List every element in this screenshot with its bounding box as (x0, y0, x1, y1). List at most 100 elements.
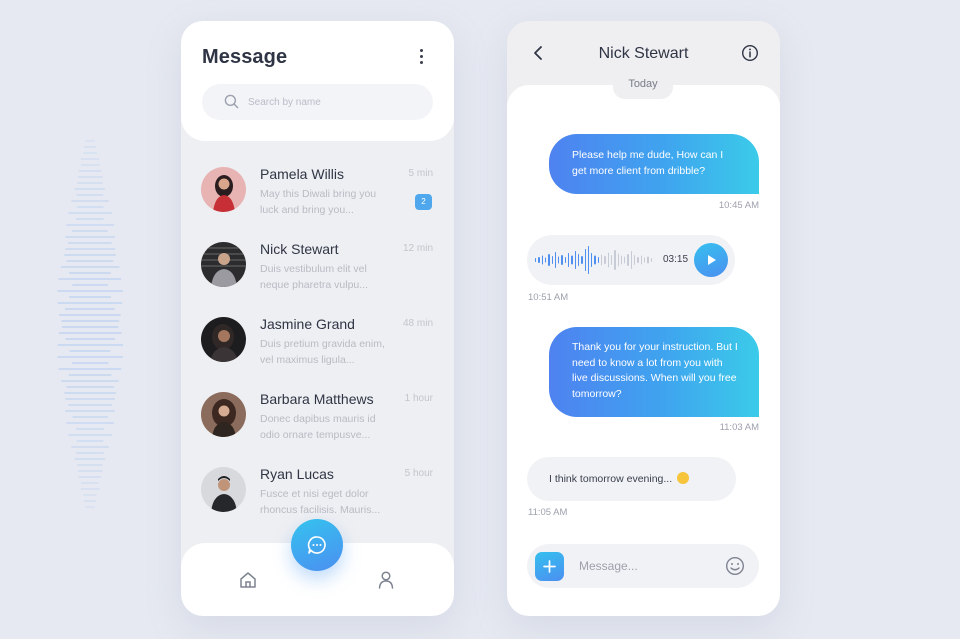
page-title: Message (202, 46, 288, 68)
decorative-wave-line (65, 410, 115, 412)
voice-wave-bar (548, 254, 550, 266)
search-input[interactable] (248, 93, 418, 111)
avatar (201, 467, 246, 512)
decorative-wave-line (67, 242, 113, 244)
conversation-item-jasmine-grand[interactable]: Jasmine Grand 48 min Duis pretium gravid… (181, 311, 454, 386)
voice-wave-bar (634, 255, 636, 265)
decorative-waveform (52, 140, 128, 510)
avatar (201, 242, 246, 287)
add-attachment-button[interactable] (535, 552, 564, 581)
decorative-wave-line (71, 362, 109, 364)
smiley-icon[interactable] (725, 556, 745, 581)
decorative-wave-line (74, 458, 106, 460)
search-box[interactable] (202, 84, 433, 120)
voice-wave-bar (637, 257, 639, 263)
decorative-wave-line (85, 506, 95, 508)
decorative-wave-line (68, 272, 112, 274)
decorative-wave-line (58, 314, 122, 316)
decorative-wave-line (68, 434, 112, 436)
chat-bubble-icon (307, 536, 326, 554)
decorative-wave-line (83, 494, 97, 496)
new-chat-button[interactable] (291, 519, 343, 571)
conversation-item-barbara-matthews[interactable]: Barbara Matthews 1 hour Donec dapibus ma… (181, 386, 454, 461)
decorative-wave-line (78, 476, 102, 478)
contact-name: Nick Stewart (260, 241, 339, 257)
message-preview: Duis pretium gravida enim, vel maximus l… (260, 338, 385, 366)
smiley-emoji-icon (677, 472, 690, 484)
voice-wave-bar (610, 255, 613, 265)
decorative-wave-line (76, 194, 104, 196)
voice-wave-bar (551, 256, 553, 264)
voice-wave-bar (614, 250, 616, 270)
message-list-screen: Message Pamela Willis 5 min May this Diw… (181, 21, 454, 616)
search-icon (224, 94, 239, 109)
chat-screen: Nick Stewart Today Please help me dude, … (507, 21, 780, 616)
contact-name: Pamela Willis (260, 166, 345, 182)
decorative-wave-line (77, 470, 103, 472)
message-time: 1 hour (404, 393, 433, 404)
decorative-wave-line (76, 206, 104, 208)
avatar (201, 392, 246, 437)
decorative-wave-line (64, 392, 116, 394)
message-time: 48 min (402, 318, 433, 329)
decorative-wave-line (80, 482, 100, 484)
decorative-wave-line (65, 398, 115, 400)
voice-wave-bar (577, 254, 580, 266)
incoming-message: I think tomorrow evening... (527, 457, 736, 501)
kebab-menu-icon[interactable] (418, 48, 426, 66)
decorative-wave-line (57, 302, 123, 304)
voice-wave-bar (594, 255, 596, 265)
message-preview: Donec dapibus mauris id odio ornare temp… (260, 413, 376, 441)
plus-icon (543, 560, 556, 573)
info-icon[interactable] (741, 44, 759, 67)
decorative-wave-line (78, 170, 102, 172)
message-timestamp: 11:05 AM (528, 507, 568, 518)
message-preview: Fusce et nisi eget dolor rhoncus facilis… (260, 488, 381, 516)
outgoing-message: Thank you for your instruction. But I ne… (549, 327, 759, 417)
voice-wave-bar (640, 255, 642, 265)
decorative-wave-line (57, 344, 123, 346)
voice-wave-bar (544, 257, 547, 263)
voice-wave-bar (624, 256, 626, 264)
home-icon[interactable] (238, 570, 258, 595)
conversation-item-pamela-willis[interactable]: Pamela Willis 5 min May this Diwali brin… (181, 161, 454, 236)
message-composer (527, 544, 759, 588)
voice-wave-bar (647, 256, 649, 264)
decorative-wave-line (76, 464, 104, 466)
decorative-wave-line (77, 176, 103, 178)
date-divider: Today (613, 75, 673, 99)
decorative-wave-line (65, 236, 115, 238)
voice-wave-bar (604, 256, 606, 264)
contact-name: Jasmine Grand (260, 316, 355, 332)
decorative-wave-line (80, 164, 100, 166)
conversation-list: Pamela Willis 5 min May this Diwali brin… (181, 161, 454, 536)
message-input[interactable] (579, 557, 719, 575)
voice-wave-bar (620, 255, 623, 265)
voice-wave-bar (564, 257, 567, 263)
decorative-wave-line (64, 308, 116, 310)
conversation-item-nick-stewart[interactable]: Nick Stewart 12 min Duis vestibulum elit… (181, 236, 454, 311)
voice-wave-bar (535, 258, 537, 262)
message-timestamp: 10:45 AM (718, 200, 759, 211)
decorative-wave-line (58, 332, 122, 334)
message-timestamp: 10:51 AM (528, 292, 569, 303)
decorative-wave-line (58, 368, 122, 370)
voice-message: 03:15 (527, 235, 735, 285)
decorative-wave-line (57, 356, 123, 358)
decorative-wave-line (68, 296, 112, 298)
message-list-header: Message (181, 21, 454, 141)
voice-wave-bar (607, 252, 609, 268)
outgoing-message: Please help me dude, How can I get more … (549, 134, 759, 194)
decorative-wave-line (85, 140, 95, 142)
voice-wave-bar (587, 246, 590, 274)
voice-wave-bar (581, 256, 583, 264)
decorative-wave-line (69, 350, 111, 352)
voice-wave-bar (591, 253, 593, 267)
voice-wave-bar (554, 252, 557, 268)
decorative-wave-line (65, 248, 115, 250)
message-time: 5 hour (404, 468, 433, 479)
unread-badge: 2 (415, 194, 432, 210)
message-preview: May this Diwali bring you luck and bring… (260, 188, 377, 216)
play-button[interactable] (694, 243, 728, 277)
user-icon[interactable] (377, 570, 395, 595)
